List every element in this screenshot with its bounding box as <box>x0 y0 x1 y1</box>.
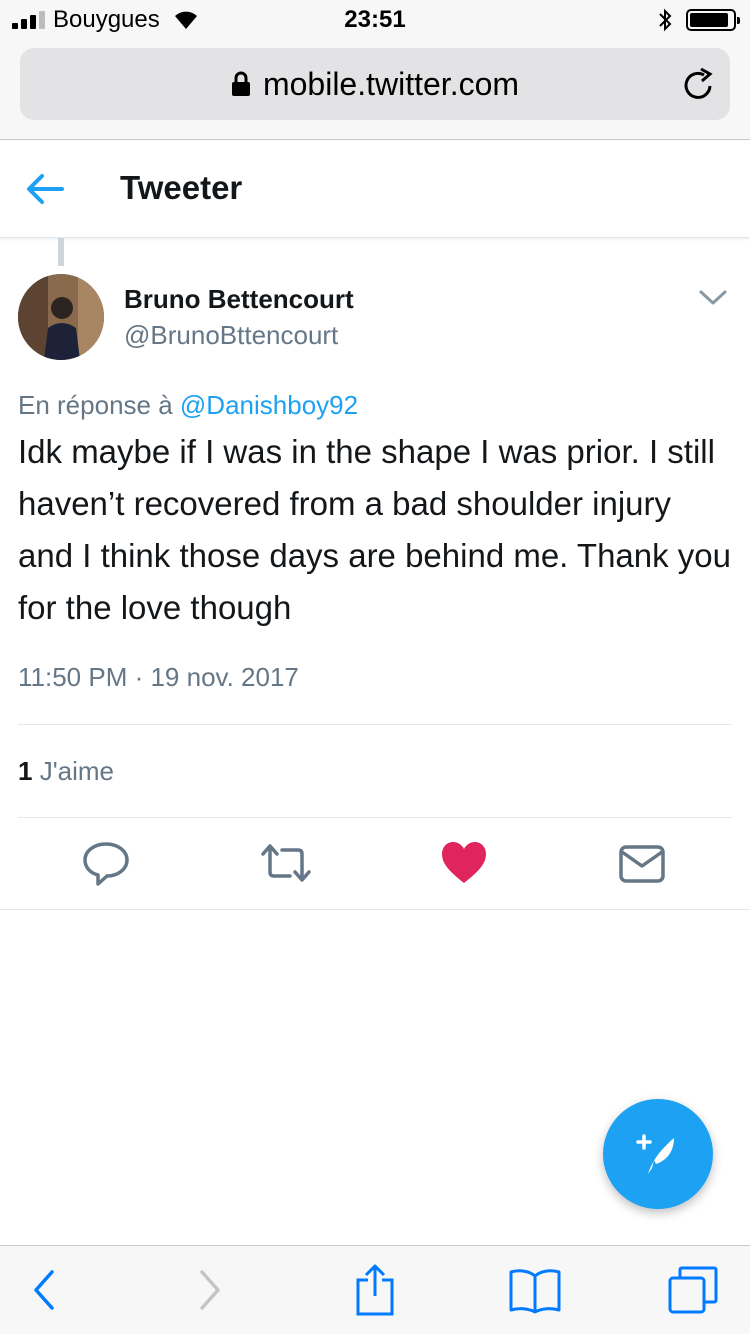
mail-icon[interactable] <box>618 838 666 888</box>
battery-icon <box>686 9 740 31</box>
lock-icon <box>231 71 250 96</box>
reply-icon[interactable] <box>80 838 132 888</box>
divider <box>18 817 732 818</box>
back-icon[interactable] <box>30 1268 58 1312</box>
likes-count: 1 <box>18 756 33 786</box>
page-title: Tweeter <box>120 169 243 206</box>
author-name[interactable]: Bruno Bettencourt <box>124 284 354 315</box>
tabs-icon[interactable] <box>666 1264 720 1316</box>
tweet-header: Tweeter <box>0 141 750 238</box>
status-right <box>658 8 740 32</box>
avatar-image <box>18 274 104 360</box>
likes-label: J'aime <box>39 756 115 786</box>
divider <box>0 909 750 910</box>
forward-icon[interactable] <box>196 1268 224 1312</box>
compose-tweet-icon <box>636 1134 674 1174</box>
tweet-timestamp: 11:50 PM · 19 nov. 2017 <box>18 662 299 692</box>
compose-tweet-button[interactable] <box>603 1099 713 1209</box>
divider <box>18 724 732 725</box>
share-icon[interactable] <box>354 1262 396 1318</box>
bluetooth-icon <box>659 8 672 32</box>
browser-chrome-top: Bouygues 23:51 mobile.twitter.com <box>0 0 750 140</box>
thread-connector <box>58 238 64 266</box>
reply-mention-link[interactable]: @Danishboy92 <box>180 390 358 420</box>
bookmarks-icon[interactable] <box>508 1266 562 1314</box>
chevron-down-icon[interactable] <box>698 288 728 308</box>
reply-prefix: En réponse à <box>18 390 173 420</box>
address-bar[interactable]: mobile.twitter.com <box>20 48 730 120</box>
back-arrow-icon[interactable] <box>24 171 66 207</box>
avatar[interactable] <box>18 274 104 360</box>
heart-icon[interactable] <box>440 838 488 888</box>
status-time: 23:51 <box>344 6 406 33</box>
retweet-icon[interactable] <box>257 838 315 888</box>
tweet-text: Idk maybe if I was in the shape I was pr… <box>18 433 732 626</box>
reload-icon[interactable] <box>682 66 716 102</box>
reply-context: En réponse à @Danishboy92 <box>18 390 358 421</box>
author-handle[interactable]: @BrunoBttencourt <box>124 320 338 351</box>
likes-stats[interactable]: 1 J'aime <box>18 756 114 787</box>
browser-toolbar <box>0 1245 750 1334</box>
url-text: mobile.twitter.com <box>262 65 520 102</box>
status-bar: Bouygues 23:51 <box>0 0 750 40</box>
